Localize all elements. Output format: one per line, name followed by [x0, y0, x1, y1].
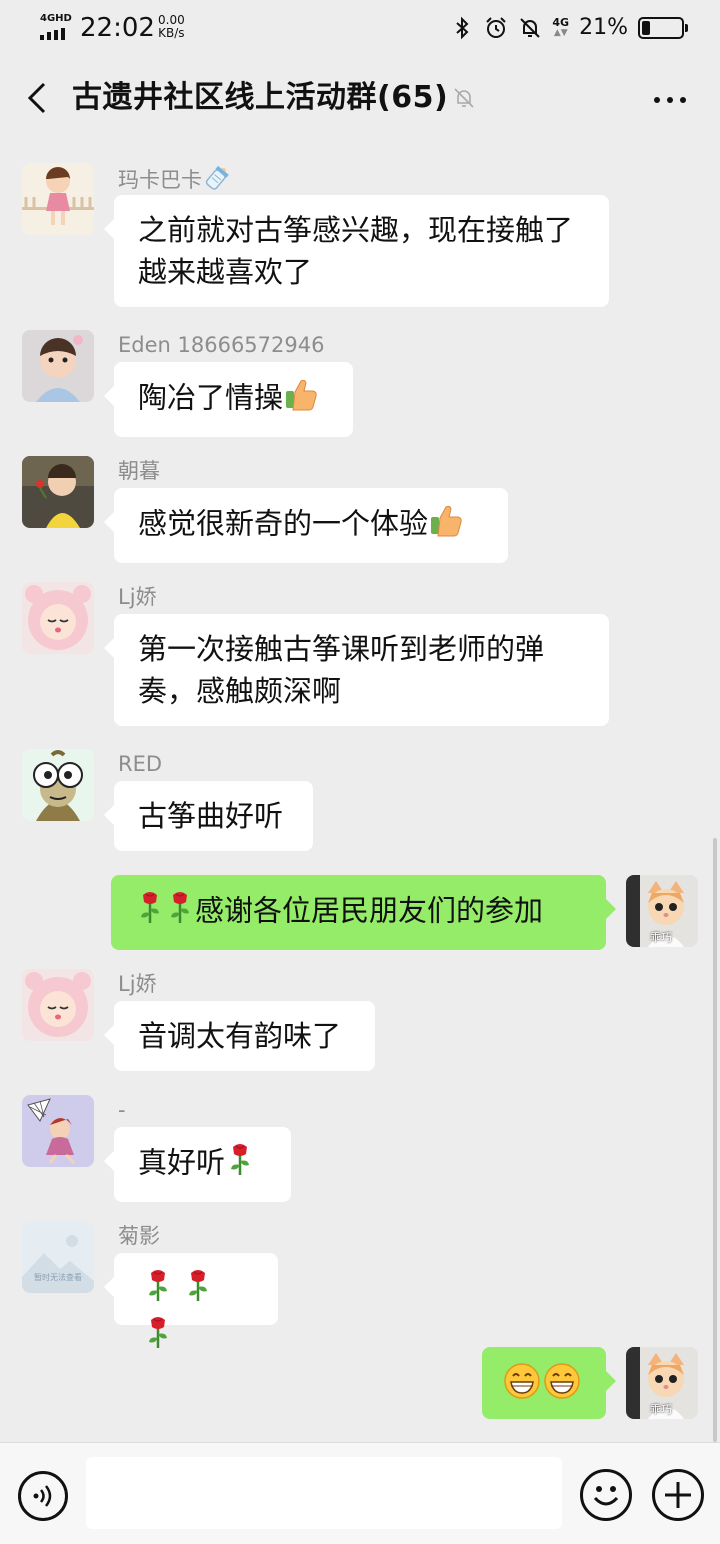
sender-name: -: [118, 1098, 126, 1122]
sender-name: 朝暮: [118, 459, 160, 483]
chevron-left-icon[interactable]: [18, 78, 58, 118]
thumbs-up-emoji: [428, 502, 464, 549]
avatar[interactable]: [22, 1095, 94, 1167]
network-speed: 0.00 KB/s: [158, 14, 185, 40]
message-row: 玛卡巴卡 之前就对古筝感兴趣，现在接触了 越来越喜欢了: [0, 163, 720, 309]
message-bubble[interactable]: 陶冶了情操: [104, 362, 353, 437]
message-text: 古筝曲好听: [138, 799, 284, 833]
plus-icon[interactable]: [652, 1469, 704, 1521]
avatar[interactable]: [22, 163, 94, 235]
grin-emoji: [542, 1361, 582, 1412]
voice-icon[interactable]: [18, 1471, 68, 1521]
bluetooth-icon: [450, 16, 474, 40]
mobile-data-indicator: 4G ▲▼: [552, 16, 570, 38]
message-bubble[interactable]: 音调太有韵味了: [104, 1001, 375, 1071]
rose-emoji: [225, 1141, 255, 1188]
grin-emoji: [502, 1361, 542, 1412]
message-text: 陶冶了情操: [138, 380, 284, 415]
input-bar: [0, 1442, 720, 1544]
battery-icon: [638, 17, 688, 39]
message-text: 奏，感触颇深啊: [138, 674, 342, 708]
message-row-outgoing: 乖巧: [0, 1347, 720, 1419]
avatar-caption: 乖巧: [650, 931, 672, 944]
message-bubble[interactable]: 感觉很新奇的一个体验: [104, 488, 508, 563]
avatar-placeholder[interactable]: 暂时无法查看: [22, 1221, 94, 1293]
message-text: 之前就对古筝感兴趣，现在接触了: [138, 213, 574, 247]
message-bubble[interactable]: 真好听: [104, 1127, 291, 1202]
chat-title: 古遗井社区线上活动群(65): [72, 80, 449, 115]
self-avatar[interactable]: 乖巧: [626, 1347, 698, 1419]
alarm-icon: [484, 16, 508, 40]
rose-emoji: [165, 889, 195, 936]
sender-name: Eden 18666572946: [118, 333, 325, 357]
avatar[interactable]: [22, 582, 94, 654]
network-type: 4GHD: [40, 13, 72, 24]
message-bubble[interactable]: 之前就对古筝感兴趣，现在接触了 越来越喜欢了: [104, 195, 609, 307]
scrollbar[interactable]: [713, 838, 717, 1442]
clock: 22:02: [80, 13, 155, 43]
avatar[interactable]: [22, 330, 94, 402]
sender-name-text: 玛卡巴卡: [118, 168, 202, 192]
message-bubble[interactable]: 感谢各位居民朋友们的参加: [111, 875, 616, 950]
rose-emoji: [138, 1267, 178, 1314]
message-input[interactable]: [86, 1457, 562, 1529]
rose-emoji: [135, 889, 165, 936]
message-row: 暂时无法查看 菊影: [0, 1221, 720, 1348]
signal-icon: 4GHD: [40, 14, 72, 40]
message-text: 音调太有韵味了: [138, 1019, 342, 1053]
message-row: Eden 18666572946 陶冶了情操: [0, 330, 720, 437]
avatar-caption: 乖巧: [650, 1403, 672, 1416]
message-row: Lj娇 音调太有韵味了: [0, 969, 720, 1073]
sender-name: 玛卡巴卡: [118, 165, 232, 197]
battery-percent: 21%: [579, 15, 628, 40]
message-row: RED 古筝曲好听: [0, 749, 720, 853]
message-text: 真好听: [138, 1145, 226, 1180]
status-bar: 4GHD 22:02 0.00 KB/s 4G ▲▼ 21%: [0, 0, 720, 56]
thumbs-up-emoji: [283, 376, 319, 423]
message-text: 感觉很新奇的一个体验: [138, 506, 429, 541]
message-bubble[interactable]: [104, 1253, 278, 1348]
title-bar: 古遗井社区线上活动群(65): [0, 56, 720, 142]
avatar-placeholder-text: 暂时无法查看: [34, 1273, 82, 1282]
avatar[interactable]: [22, 456, 94, 528]
self-avatar[interactable]: 乖巧: [626, 875, 698, 947]
rose-emoji: [178, 1267, 218, 1314]
message-text: 感谢各位居民朋友们的参加: [195, 893, 544, 928]
bell-off-icon: [452, 86, 476, 110]
baby-bottle-emoji: [202, 165, 232, 197]
silent-bell-icon: [518, 16, 542, 40]
message-row: Lj娇 第一次接触古筝课听到老师的弹 奏，感触颇深啊: [0, 582, 720, 728]
message-bubble[interactable]: 第一次接触古筝课听到老师的弹 奏，感触颇深啊: [104, 614, 609, 726]
speed-unit: KB/s: [158, 26, 185, 40]
message-row-outgoing: 乖巧 感谢各位居民朋友们的参加: [0, 875, 720, 950]
mobile-data-label: 4G: [552, 16, 570, 29]
more-dots-icon[interactable]: [650, 82, 690, 116]
message-text: 第一次接触古筝课听到老师的弹: [138, 632, 545, 666]
message-text: 越来越喜欢了: [138, 255, 313, 289]
smiley-icon[interactable]: [580, 1469, 632, 1521]
avatar[interactable]: [22, 969, 94, 1041]
sender-name: 菊影: [118, 1224, 160, 1248]
avatar[interactable]: [22, 749, 94, 821]
sender-name: Lj娇: [118, 972, 157, 996]
message-row: - 真好听: [0, 1095, 720, 1202]
message-row: 朝暮 感觉很新奇的一个体验: [0, 456, 720, 563]
sender-name: RED: [118, 752, 163, 776]
message-bubble[interactable]: [482, 1347, 616, 1419]
sender-name: Lj娇: [118, 585, 157, 609]
message-bubble[interactable]: 古筝曲好听: [104, 781, 313, 851]
